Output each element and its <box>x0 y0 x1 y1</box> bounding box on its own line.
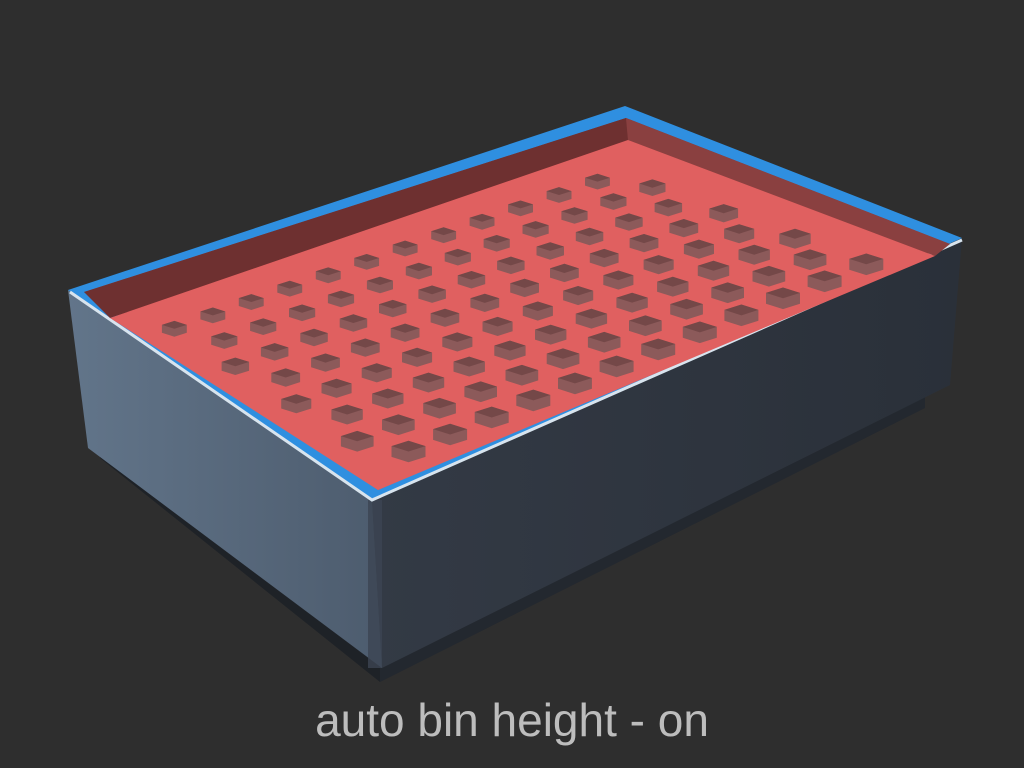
bin-corner <box>368 500 382 668</box>
caption-text: auto bin height - on <box>315 694 709 746</box>
3d-viewport[interactable] <box>0 0 1024 768</box>
